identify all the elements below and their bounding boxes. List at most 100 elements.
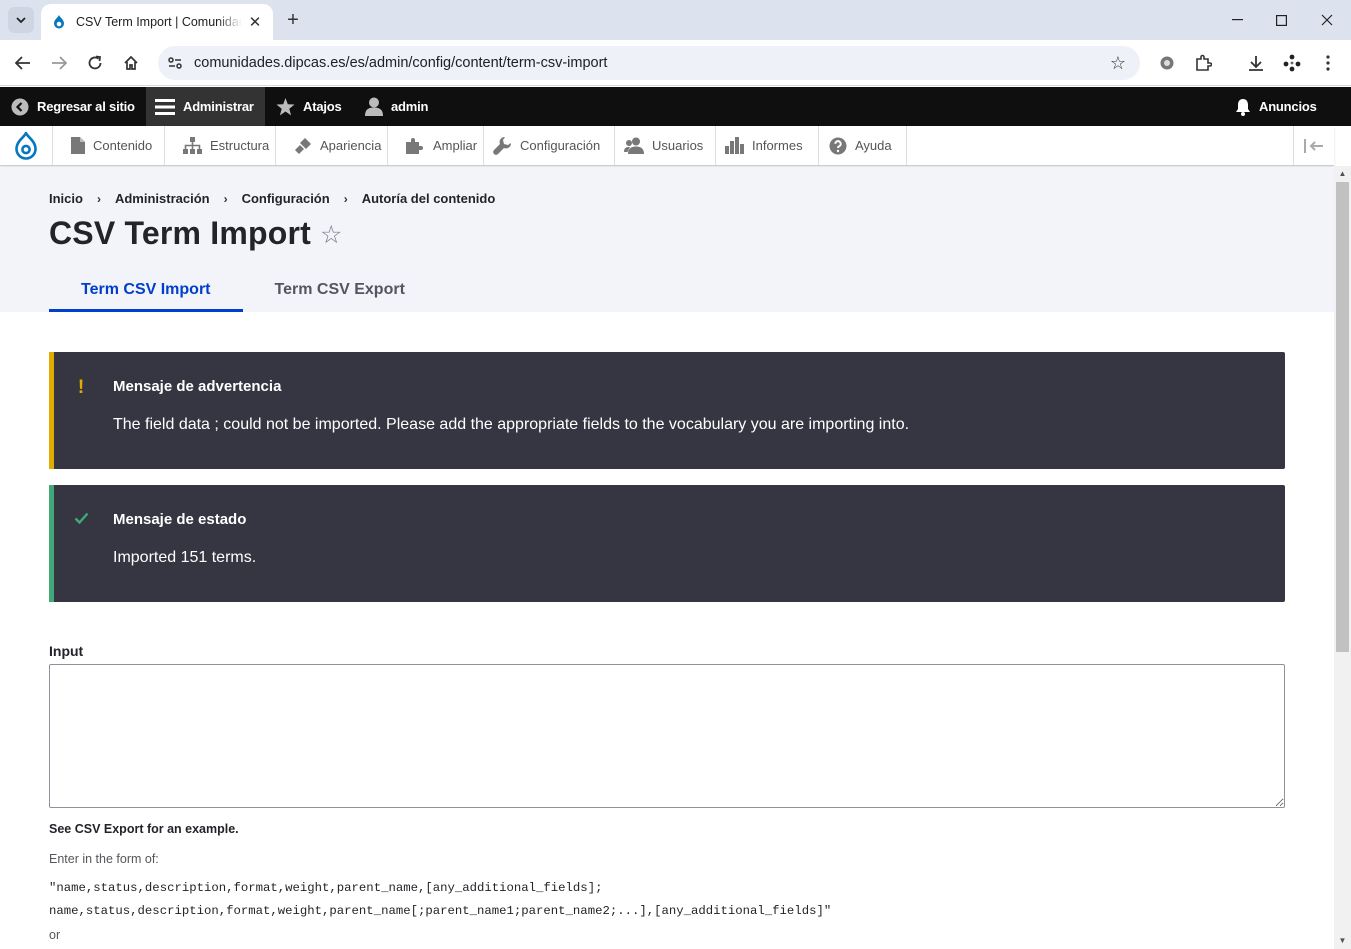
profile-button[interactable] [1280, 51, 1304, 75]
close-icon [1321, 14, 1333, 26]
hamburger-icon [155, 98, 175, 115]
breadcrumb-separator-icon: › [223, 191, 228, 206]
kebab-menu-icon [1326, 55, 1330, 71]
page-header: Inicio › Administración › Configuración … [0, 167, 1334, 312]
drupal-logo-icon [15, 131, 37, 160]
scroll-up-arrow-icon[interactable]: ▲ [1334, 166, 1351, 182]
see-export-hint: See CSV Export for an example. [49, 822, 239, 836]
shortcut-star-icon[interactable]: ☆ [320, 220, 342, 250]
breadcrumb-link-inicio[interactable]: Inicio [49, 191, 83, 206]
downloads-button[interactable] [1244, 51, 1268, 75]
admin-menu-tray: Contenido Estructura Apariencia Ampliar … [0, 126, 1334, 166]
or-text: or [49, 928, 61, 942]
menu-item-estructura[interactable]: Estructura [165, 126, 276, 165]
status-message: Mensaje de estado Imported 151 terms. [49, 485, 1285, 602]
paintbrush-icon [295, 137, 311, 154]
puzzle-icon [406, 138, 423, 154]
tray-orientation-toggle[interactable] [1293, 126, 1334, 165]
warning-message: ! Mensaje de advertencia The field data … [49, 352, 1285, 469]
breadcrumb-link-configuracion[interactable]: Configuración [242, 191, 330, 206]
extensions-button[interactable] [1191, 51, 1215, 75]
exclamation-icon: ! [77, 377, 85, 398]
back-circle-icon [11, 98, 29, 115]
browser-tab[interactable]: CSV Term Import | Comunidades ✕ [41, 4, 273, 40]
menu-item-informes[interactable]: Informes [716, 126, 819, 165]
warning-title: Mensaje de advertencia [113, 378, 282, 395]
bar-chart-icon [725, 137, 744, 154]
enter-form-hint: Enter in the form of: [49, 852, 159, 866]
home-button[interactable] [119, 51, 143, 75]
warning-accent-bar [49, 352, 54, 469]
address-bar[interactable]: comunidades.dipcas.es/es/admin/config/co… [158, 46, 1140, 80]
close-window-button[interactable] [1315, 8, 1339, 32]
admin-toolbar: Regresar al sitio Administrar Atajos adm… [0, 87, 1351, 126]
breadcrumb: Inicio › Administración › Configuración … [49, 191, 495, 206]
menu-item-label: Apariencia [320, 138, 382, 153]
wrench-icon [493, 136, 512, 155]
drupal-favicon-icon [54, 15, 64, 29]
reload-button[interactable] [83, 51, 107, 75]
back-button[interactable] [11, 51, 35, 75]
primary-tabs: Term CSV Import Term CSV Export [49, 267, 437, 312]
menu-item-configuracion[interactable]: Configuración [484, 126, 615, 165]
shortcuts-tab[interactable]: Atajos [276, 87, 342, 126]
site-settings-icon [168, 57, 182, 69]
extension-button[interactable] [1155, 51, 1179, 75]
download-icon [1249, 56, 1263, 71]
shortcuts-label: Atajos [303, 99, 342, 114]
user-label: admin [391, 99, 429, 114]
csv-input-textarea[interactable] [49, 664, 1285, 808]
announcements-label: Anuncios [1259, 99, 1317, 114]
input-label: Input [49, 643, 84, 659]
breadcrumb-link-administracion[interactable]: Administración [115, 191, 210, 206]
manage-label: Administrar [183, 99, 254, 114]
profile-avatar-icon [1283, 54, 1301, 72]
menu-item-usuarios[interactable]: Usuarios [615, 126, 716, 165]
bookmark-star-icon[interactable]: ☆ [1110, 53, 1126, 74]
user-tab[interactable]: admin [365, 87, 428, 126]
people-icon [624, 137, 644, 154]
menu-item-label: Ayuda [855, 138, 892, 153]
manage-tab[interactable]: Administrar [146, 87, 265, 126]
breadcrumb-separator-icon: › [96, 191, 101, 206]
menu-item-apariencia[interactable]: Apariencia [276, 126, 388, 165]
drupal-logo-link[interactable] [0, 126, 53, 165]
checkmark-icon [73, 511, 89, 529]
user-icon [365, 97, 383, 116]
tab-term-csv-import[interactable]: Term CSV Import [49, 267, 243, 312]
back-to-site-link[interactable]: Regresar al sitio [11, 87, 135, 126]
browser-menu-button[interactable] [1316, 51, 1340, 75]
new-tab-button[interactable]: + [283, 8, 303, 32]
tab-term-csv-export[interactable]: Term CSV Export [243, 267, 437, 312]
arrow-right-icon [52, 56, 67, 70]
menu-item-contenido[interactable]: Contenido [53, 126, 165, 165]
maximize-button[interactable] [1269, 8, 1293, 32]
close-tab-icon[interactable]: ✕ [247, 13, 263, 31]
minimize-button[interactable] [1225, 8, 1249, 32]
tab-search-button[interactable] [8, 7, 34, 33]
status-text: Imported 151 terms. [113, 549, 257, 566]
format-example-line-2: name,status,description,format,weight,pa… [49, 904, 832, 918]
announcements-tab[interactable]: Anuncios [1235, 87, 1317, 126]
chevron-down-icon [16, 16, 26, 23]
minimize-icon [1231, 19, 1243, 21]
menu-item-label: Usuarios [652, 138, 704, 153]
browser-tab-title: CSV Term Import | Comunidades [76, 15, 242, 29]
sitemap-icon [183, 137, 202, 154]
back-to-site-label: Regresar al sitio [37, 99, 135, 114]
warning-text: The field data ; could not be imported. … [113, 416, 910, 433]
scrollbar-thumb[interactable] [1336, 182, 1349, 652]
puzzle-icon [1196, 54, 1212, 71]
breadcrumb-link-autoria[interactable]: Autoría del contenido [362, 191, 496, 206]
star-icon [276, 97, 295, 115]
format-example-line-1: "name,status,description,format,weight,p… [49, 881, 603, 895]
bell-icon [1236, 98, 1250, 116]
scroll-down-arrow-icon[interactable]: ▼ [1334, 933, 1351, 949]
menu-item-ampliar[interactable]: Ampliar [388, 126, 484, 165]
forward-button[interactable] [47, 51, 71, 75]
gear-icon [1160, 56, 1174, 70]
page-scrollbar[interactable]: ▲ ▼ [1334, 166, 1351, 949]
maximize-icon [1275, 14, 1287, 26]
menu-item-ayuda[interactable]: Ayuda [819, 126, 907, 165]
menu-item-label: Contenido [93, 138, 153, 153]
